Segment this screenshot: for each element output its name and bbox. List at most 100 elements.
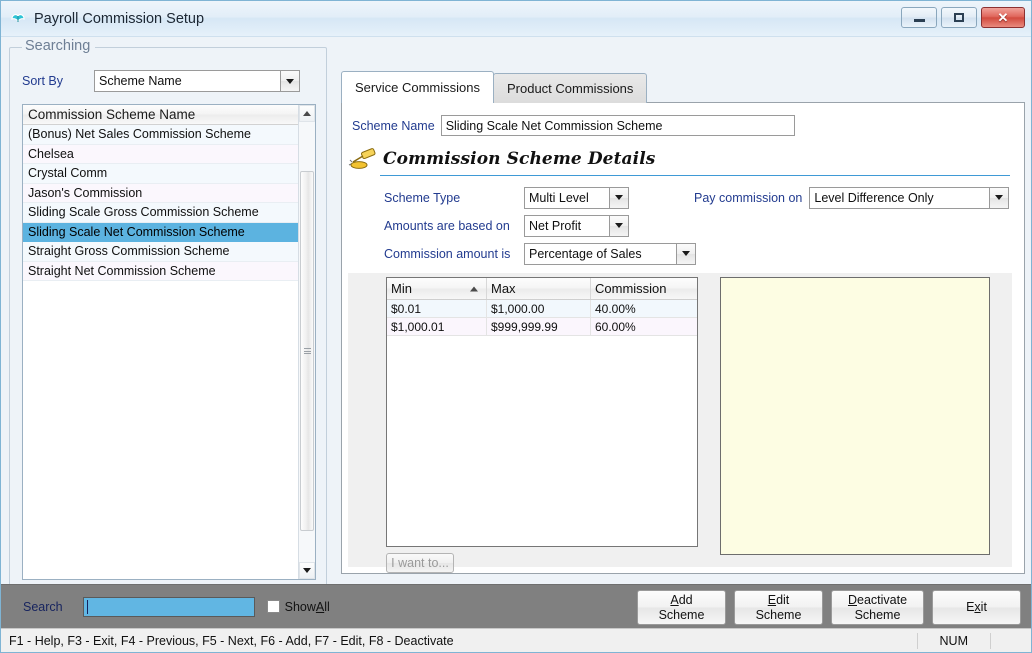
commission-levels-grid[interactable]: Min Max Commission $0.01 $1,000.00 40.00… <box>386 277 698 547</box>
deactivate-scheme-button[interactable]: Deactivate Scheme <box>831 590 924 625</box>
field-pay-commission-on: Pay commission on Level Difference Only <box>694 185 1010 210</box>
list-item[interactable]: Sliding Scale Gross Commission Scheme <box>23 203 298 223</box>
chevron-down-icon[interactable] <box>989 187 1009 208</box>
deactivate-scheme-line2: Scheme <box>854 607 901 622</box>
show-all-checkbox-row[interactable]: ShowAll <box>266 599 330 614</box>
app-window: Payroll Commission Setup ✕ Searching Sor… <box>0 0 1032 653</box>
list-item[interactable]: (Bonus) Net Sales Commission Scheme <box>23 125 298 145</box>
column-header-min[interactable]: Min <box>387 278 487 299</box>
cell-max: $999,999.99 <box>487 318 591 336</box>
edit-scheme-line2: Scheme <box>755 607 802 622</box>
scrollbar-thumb[interactable] <box>300 171 314 531</box>
add-scheme-button[interactable]: Add Scheme <box>637 590 726 625</box>
butterfly-icon <box>9 10 27 28</box>
chevron-down-icon[interactable] <box>609 215 628 236</box>
show-all-checkbox[interactable] <box>266 600 280 613</box>
text-caret-icon <box>86 599 88 614</box>
num-lock-indicator: NUM <box>916 632 991 649</box>
commission-amount-value: Percentage of Sales <box>529 246 642 261</box>
maximize-button[interactable] <box>941 7 977 28</box>
sort-ascending-icon <box>470 286 478 291</box>
deactivate-scheme-line1: Deactivate <box>847 592 908 607</box>
title-bar: Payroll Commission Setup ✕ <box>1 1 1031 37</box>
i-want-to-button[interactable]: I want to... <box>386 553 454 573</box>
scheme-name-row: Scheme Name Sliding Scale Net Commission… <box>352 115 795 136</box>
tab-service-commissions[interactable]: Service Commissions <box>341 71 494 103</box>
service-commissions-panel: Scheme Name Sliding Scale Net Commission… <box>341 102 1025 574</box>
column-header-max[interactable]: Max <box>487 278 591 299</box>
detail-pane: Service Commissions Product Commissions … <box>335 37 1031 584</box>
pay-commission-on-label: Pay commission on <box>694 190 803 205</box>
action-bar: Search ShowAll Add Scheme Edit Scheme De… <box>1 584 1031 628</box>
cell-min: $1,000.01 <box>387 318 487 336</box>
edit-scheme-line1: Edit <box>767 592 790 607</box>
close-icon: ✕ <box>997 10 1009 25</box>
field-scheme-type: Scheme Type Multi Level <box>384 185 696 210</box>
sort-by-label: Sort By <box>22 74 63 88</box>
minimize-icon <box>913 19 925 22</box>
section-header: Commission Scheme Details <box>348 147 1012 171</box>
scroll-up-button[interactable] <box>299 105 315 122</box>
list-item[interactable]: Chelsea <box>23 144 298 164</box>
cell-commission: 60.00% <box>591 318 697 336</box>
notes-panel[interactable] <box>720 277 990 555</box>
list-item[interactable]: Crystal Comm <box>23 164 298 184</box>
add-scheme-line2: Scheme <box>658 607 705 622</box>
section-title: Commission Scheme Details <box>383 149 656 169</box>
commission-amount-label: Commission amount is <box>384 246 511 261</box>
sort-by-value: Scheme Name <box>99 74 182 88</box>
scheme-list[interactable]: Commission Scheme Name (Bonus) Net Sales… <box>22 104 316 580</box>
cell-min: $0.01 <box>387 300 487 318</box>
cell-max: $1,000.00 <box>487 300 591 318</box>
scheme-type-select[interactable]: Multi Level <box>524 186 629 209</box>
table-row[interactable]: $1,000.01 $999,999.99 60.00% <box>387 318 697 336</box>
status-hint: F1 - Help, F3 - Exit, F4 - Previous, F5 … <box>9 633 454 648</box>
chevron-down-icon[interactable] <box>280 71 299 91</box>
amounts-based-on-select[interactable]: Net Profit <box>524 214 629 237</box>
scheme-list-header: Commission Scheme Name <box>23 105 298 125</box>
exit-button[interactable]: Exit <box>932 590 1021 625</box>
edit-scheme-button[interactable]: Edit Scheme <box>734 590 823 625</box>
window-controls: ✕ <box>901 7 1025 28</box>
list-item[interactable]: Jason's Commission <box>23 183 298 203</box>
scheme-list-scrollbar[interactable] <box>298 105 315 579</box>
chevron-down-icon[interactable] <box>609 187 628 208</box>
commission-amount-select[interactable]: Percentage of Sales <box>524 242 696 265</box>
maximize-icon <box>954 13 964 22</box>
sort-by-select[interactable]: Scheme Name <box>94 70 300 92</box>
add-scheme-line1: Add <box>670 592 693 607</box>
scroll-down-button[interactable] <box>299 562 315 579</box>
search-input[interactable] <box>82 596 255 617</box>
table-row[interactable]: $0.01 $1,000.00 40.00% <box>387 300 697 318</box>
search-label: Search <box>23 599 63 614</box>
chevron-down-icon[interactable] <box>676 243 695 264</box>
search-pane: Searching Sort By Scheme Name Commission… <box>1 37 335 612</box>
scheme-list-body: Commission Scheme Name (Bonus) Net Sales… <box>23 105 298 579</box>
minimize-button[interactable] <box>901 7 937 28</box>
field-commission-amount-is: Commission amount is Percentage of Sales <box>384 241 696 266</box>
field-amounts-based-on: Amounts are based on Net Profit <box>384 213 696 238</box>
scheme-name-label: Scheme Name <box>352 118 435 133</box>
pay-commission-on-value: Level Difference Only <box>814 190 934 205</box>
amounts-based-on-label: Amounts are based on <box>384 218 510 233</box>
exit-label: Exit <box>966 600 987 614</box>
scheme-name-input[interactable]: Sliding Scale Net Commission Scheme <box>440 115 795 136</box>
status-bar: F1 - Help, F3 - Exit, F4 - Previous, F5 … <box>1 628 1031 652</box>
grid-header-row: Min Max Commission <box>387 278 697 300</box>
scheme-type-label: Scheme Type <box>384 190 461 205</box>
tab-product-commissions[interactable]: Product Commissions <box>492 73 648 103</box>
pay-commission-on-select[interactable]: Level Difference Only <box>809 186 1010 209</box>
form-fields-left: Scheme Type Multi Level Amounts are base… <box>384 185 696 269</box>
cell-commission: 40.00% <box>591 300 697 318</box>
scrollbar-grip-icon <box>303 347 311 356</box>
tab-strip: Service Commissions Product Commissions <box>341 71 648 103</box>
searching-legend: Searching <box>22 38 96 54</box>
list-item[interactable]: Straight Gross Commission Scheme <box>23 242 298 262</box>
show-all-label: ShowAll <box>284 599 330 614</box>
gavel-icon <box>348 147 378 171</box>
column-header-commission[interactable]: Commission <box>591 278 697 299</box>
list-item-selected[interactable]: Sliding Scale Net Commission Scheme <box>23 222 298 242</box>
searching-groupbox: Searching Sort By Scheme Name Commission… <box>9 38 327 612</box>
list-item[interactable]: Straight Net Commission Scheme <box>23 261 298 281</box>
close-button[interactable]: ✕ <box>981 7 1025 28</box>
